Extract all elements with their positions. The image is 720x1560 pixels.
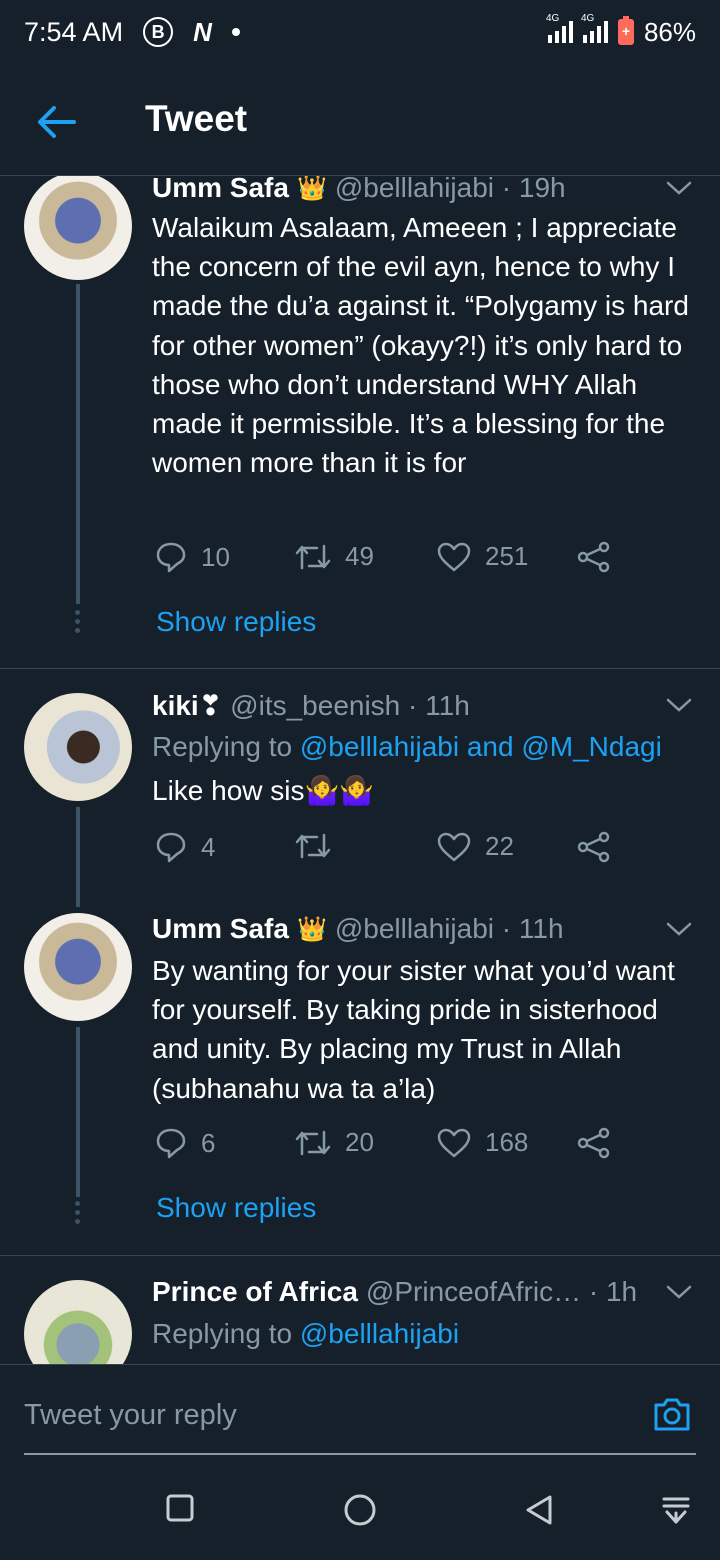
replying-to: Replying to @belllahijabi and @M_Ndagi <box>152 731 662 763</box>
retweet-count: 49 <box>345 541 374 571</box>
expand-notifications-icon[interactable] <box>662 1496 690 1528</box>
retweet-count: 20 <box>345 1127 374 1157</box>
heart-icon <box>437 542 471 571</box>
reply-button[interactable]: 10 <box>155 541 230 573</box>
share-button[interactable] <box>577 541 611 573</box>
replying-to: Replying to @belllahijabi <box>152 1318 459 1350</box>
back-icon[interactable] <box>524 1494 554 1526</box>
like-count: 168 <box>485 1127 529 1157</box>
author-handle: @belllahijabi · 11h <box>334 913 564 944</box>
replying-to-links[interactable]: @belllahijabi and @M_Ndagi <box>300 731 662 762</box>
author-handle: @its_beenish · 11h <box>230 689 470 721</box>
reply-composer: Tweet your reply <box>0 1364 720 1460</box>
tweet-text: Like how sis🤷‍♀️🤷‍♀️ <box>152 775 375 806</box>
share-icon <box>577 541 610 573</box>
thread-line <box>76 284 80 604</box>
author-handle: @belllahijabi · 19h <box>334 176 566 203</box>
tweet-header: Umm Safa 👑 @belllahijabi · 19h <box>152 176 566 204</box>
chevron-down-icon[interactable] <box>666 1284 692 1300</box>
replying-to-links[interactable]: @belllahijabi <box>300 1318 459 1349</box>
tweet-header: Umm Safa 👑 @belllahijabi · 11h <box>152 913 564 945</box>
reply-icon <box>156 542 186 573</box>
avatar[interactable] <box>24 176 132 280</box>
signal-icon-2: 4G <box>581 13 608 43</box>
b-notification-icon: B <box>143 17 174 47</box>
notification-dot-icon <box>231 28 240 36</box>
reply-count: 10 <box>201 541 230 572</box>
retweet-button[interactable]: 20 <box>295 1127 374 1158</box>
tweet-header: Prince of Africa @PrinceofAfric… · 1h <box>152 1276 637 1308</box>
tweet-item[interactable]: Prince of Africa @PrinceofAfric… · 1h Re… <box>0 1256 720 1364</box>
n-notification-icon: N <box>193 16 212 47</box>
author-name[interactable]: Umm Safa <box>152 913 289 945</box>
like-button[interactable]: 22 <box>437 831 514 862</box>
author-handle: @PrinceofAfric… · 1h <box>365 1276 638 1307</box>
retweet-button[interactable] <box>295 831 345 861</box>
home-icon[interactable] <box>343 1493 377 1527</box>
author-name[interactable]: Umm Safa <box>152 176 289 204</box>
share-button[interactable] <box>577 1127 611 1159</box>
tweet-text: Walaikum Asalaam, Ameeen ; I appreciate … <box>152 212 689 479</box>
share-icon <box>577 1127 610 1159</box>
thread-dots <box>75 1201 81 1228</box>
reply-input[interactable]: Tweet your reply <box>24 1399 237 1432</box>
replying-to-label: Replying to <box>152 1318 300 1349</box>
tweet-actions: 6 20 168 <box>155 1127 625 1167</box>
reply-count: 6 <box>201 1127 216 1158</box>
heart-icon <box>437 1128 471 1157</box>
retweet-icon <box>295 833 331 859</box>
chevron-down-icon[interactable] <box>666 180 692 196</box>
chevron-down-icon[interactable] <box>666 697 692 713</box>
show-replies-link[interactable]: Show replies <box>156 1192 316 1224</box>
crown-emoji-icon: 👑 <box>296 176 327 202</box>
battery-percent: 86% <box>643 16 696 47</box>
avatar[interactable] <box>24 693 132 801</box>
share-icon <box>577 831 610 863</box>
status-bar: 7:54 AM B N 4G 4G 86% <box>0 0 720 64</box>
like-count: 251 <box>485 541 529 571</box>
thread-line <box>76 1027 80 1197</box>
signal-icon-1: 4G <box>546 13 573 43</box>
reply-input-underline <box>24 1453 696 1455</box>
tweet-header: kiki❣ @its_beenish · 11h <box>152 689 470 722</box>
like-button[interactable]: 168 <box>437 1127 528 1158</box>
tweet-actions: 10 49 251 <box>155 541 625 581</box>
tweet-item[interactable]: kiki❣ @its_beenish · 11h Replying to @be… <box>0 669 720 907</box>
reply-button[interactable]: 6 <box>155 1127 215 1159</box>
crown-emoji-icon: 👑 <box>296 915 327 943</box>
battery-icon <box>617 16 634 45</box>
author-name[interactable]: kiki❣ <box>152 689 222 722</box>
tweet-actions: 4 22 <box>155 831 625 871</box>
heart-icon <box>437 832 471 861</box>
tweet-item[interactable]: Umm Safa 👑 @belllahijabi · 11h By wantin… <box>0 889 720 1255</box>
retweet-icon <box>295 544 331 569</box>
tweet-thread[interactable]: Umm Safa 👑 @belllahijabi · 19h Walaikum … <box>0 176 720 1364</box>
status-time: 7:54 AM <box>24 16 124 47</box>
camera-icon[interactable] <box>652 1395 692 1433</box>
share-button[interactable] <box>577 831 611 863</box>
show-replies-link[interactable]: Show replies <box>156 606 316 638</box>
page-title: Tweet <box>145 98 248 139</box>
avatar[interactable] <box>24 1280 132 1364</box>
chevron-down-icon[interactable] <box>666 921 692 937</box>
tweet-item[interactable]: Umm Safa 👑 @belllahijabi · 19h Walaikum … <box>0 176 720 668</box>
retweet-icon <box>295 1130 331 1155</box>
recent-apps-icon[interactable] <box>166 1494 194 1522</box>
reply-icon <box>156 1128 186 1159</box>
retweet-button[interactable]: 49 <box>295 541 374 572</box>
tweet-text: By wanting for your sister what you’d wa… <box>152 955 675 1104</box>
replying-to-label: Replying to <box>152 731 300 762</box>
like-button[interactable]: 251 <box>437 541 528 572</box>
back-arrow-icon[interactable] <box>36 104 76 140</box>
avatar[interactable] <box>24 913 132 1021</box>
author-name[interactable]: Prince of Africa <box>152 1276 358 1308</box>
system-nav-bar <box>0 1460 720 1560</box>
like-count: 22 <box>485 831 514 861</box>
reply-count: 4 <box>201 831 216 862</box>
reply-button[interactable]: 4 <box>155 831 215 863</box>
app-header: Tweet <box>0 64 720 176</box>
thread-dots <box>75 610 81 637</box>
reply-icon <box>156 832 186 863</box>
